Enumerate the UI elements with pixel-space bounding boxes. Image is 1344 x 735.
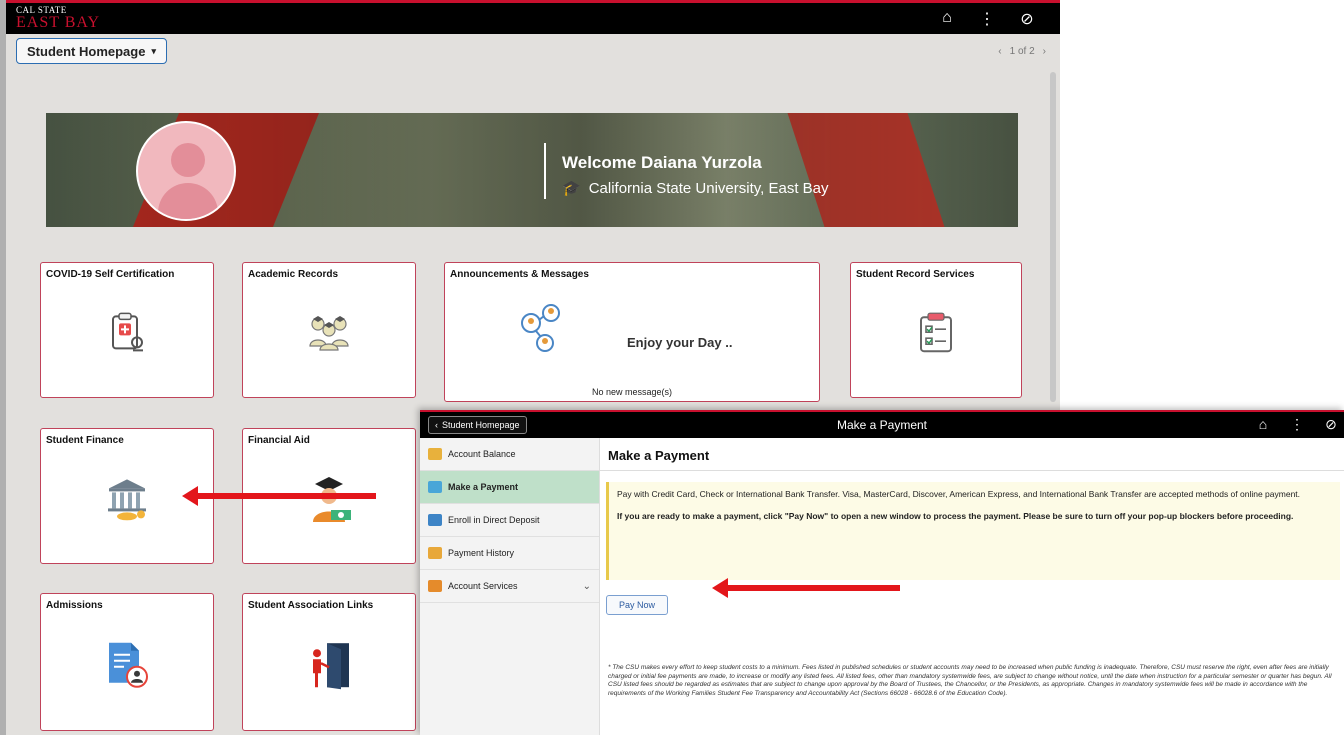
tile-student-record-services[interactable]: Student Record Services [850, 262, 1022, 398]
red-annotation-arrow [712, 578, 900, 598]
make-a-payment-window: ‹ Student Homepage Make a Payment ⌂ ⋮ ⊘ … [420, 410, 1344, 735]
campus-name: 🎓 California State University, East Bay [562, 179, 829, 198]
tile-student-association-links[interactable]: Student Association Links [242, 593, 416, 731]
account-balance-icon [428, 448, 442, 460]
clipboard-microscope-icon [105, 310, 149, 359]
people-network-icon [519, 303, 563, 360]
tile-admissions[interactable]: Admissions [40, 593, 214, 731]
application-document-icon [105, 641, 149, 694]
checklist-clipboard-icon [919, 311, 953, 358]
chevron-down-icon[interactable]: ⌄ [583, 581, 591, 592]
sidebar-item-account-services[interactable]: Account Services ⌄ [420, 570, 599, 603]
avatar[interactable] [136, 121, 236, 221]
payment-instructions: Pay with Credit Card, Check or Internati… [606, 482, 1340, 580]
homepage-selector-dropdown[interactable]: Student Homepage ▾ [16, 38, 167, 64]
tile-academic-records[interactable]: Academic Records [242, 262, 416, 398]
pay-now-instructions: If you are ready to make a payment, clic… [617, 511, 1294, 521]
page-indicator: ‹ 1 of 2 › [998, 46, 1046, 57]
payment-card-icon [428, 481, 442, 493]
sidebar-item-account-balance[interactable]: Account Balance [420, 438, 599, 471]
bank-building-icon [103, 476, 151, 525]
red-annotation-arrow [182, 486, 376, 506]
fee-disclaimer: * The CSU makes every effort to keep stu… [608, 664, 1332, 697]
page: CAL STATE EAST BAY ⌂ ⋮ ⊘ Student Homepag… [0, 0, 1344, 735]
home-icon[interactable]: ⌂ [938, 9, 956, 29]
sidebar-item-payment-history[interactable]: Payment History [420, 537, 599, 570]
welcome-banner: Welcome Daiana Yurzola 🎓 California Stat… [46, 113, 1018, 227]
navbar-icon[interactable]: ⊘ [1322, 416, 1340, 433]
chevron-left-icon[interactable]: ‹ [998, 46, 1001, 57]
actions-menu-icon[interactable]: ⋮ [978, 9, 996, 29]
direct-deposit-icon [428, 514, 442, 526]
homepage-selector-label: Student Homepage [27, 43, 146, 59]
home-icon[interactable]: ⌂ [1254, 416, 1272, 433]
welcome-text: Welcome Daiana Yurzola [562, 153, 762, 172]
sidebar-item-make-a-payment[interactable]: Make a Payment [420, 471, 599, 504]
top-bar: CAL STATE EAST BAY ⌂ ⋮ ⊘ [6, 0, 1060, 34]
page-title: Make a Payment [608, 448, 710, 463]
announcement-message: Enjoy your Day .. [627, 335, 733, 350]
students-group-icon [306, 312, 352, 357]
payment-sidebar: Account Balance Make a Payment Enroll in… [420, 438, 600, 735]
chevron-right-icon[interactable]: › [1043, 46, 1046, 57]
cal-state-east-bay-logo[interactable]: CAL STATE EAST BAY [16, 6, 100, 31]
navbar-icon[interactable]: ⊘ [1018, 9, 1036, 29]
payment-page-title: Make a Payment [836, 418, 928, 432]
payment-top-bar: ‹ Student Homepage Make a Payment ⌂ ⋮ ⊘ [420, 410, 1344, 438]
person-door-icon [305, 639, 353, 696]
sidebar-item-enroll-in-direct-deposit[interactable]: Enroll in Direct Deposit [420, 504, 599, 537]
pay-now-button[interactable]: Pay Now [606, 595, 669, 615]
banner-divider [544, 143, 546, 199]
account-services-icon [428, 580, 442, 592]
graduation-cap-icon: 🎓 [562, 180, 581, 197]
tile-announcements-messages[interactable]: Announcements & Messages Enjoy your Day … [444, 262, 820, 402]
graduate-money-icon [305, 474, 353, 529]
scrollbar[interactable] [1050, 72, 1056, 402]
actions-menu-icon[interactable]: ⋮ [1288, 416, 1306, 433]
no-new-messages: No new message(s) [591, 387, 673, 397]
payment-history-icon [428, 547, 442, 559]
accepted-methods-text: Pay with Credit Card, Check or Internati… [617, 489, 1301, 499]
page-count: 1 of 2 [1009, 46, 1035, 57]
caret-down-icon: ▾ [151, 45, 156, 56]
tile-covid-19-self-certification[interactable]: COVID-19 Self Certification [40, 262, 214, 398]
homepage-subheader: Student Homepage ▾ ‹ 1 of 2 › [6, 34, 1060, 70]
